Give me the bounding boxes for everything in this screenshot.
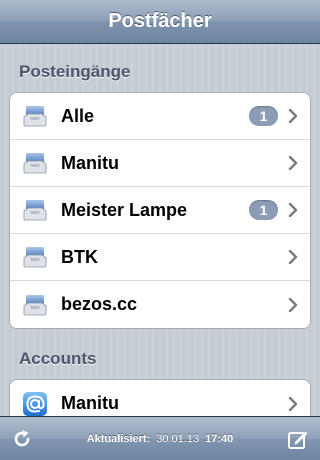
unread-count-badge: 1 <box>249 200 278 220</box>
updated-time: 17:40 <box>205 432 234 445</box>
mailbox-list[interactable]: Posteingänge Alle 1 Manitu Meister Lampe… <box>0 44 320 416</box>
compose-icon <box>288 431 308 449</box>
mailbox-label: Alle <box>61 105 95 126</box>
chevron-right-icon <box>288 109 298 123</box>
page-title: Postfächer <box>108 10 212 32</box>
mailbox-label: bezos.cc <box>61 294 138 314</box>
inbox-tray-icon <box>23 294 47 315</box>
navigation-bar: Postfächer <box>0 0 320 44</box>
section-header-inboxes: Posteingänge <box>19 62 131 81</box>
refresh-button[interactable] <box>0 417 44 460</box>
chevron-right-icon <box>288 250 298 264</box>
bottom-toolbar: Aktualisiert: 30.01.13 17:40 <box>0 416 320 460</box>
at-sign-icon <box>23 391 47 416</box>
inboxes-group: Alle 1 Manitu Meister Lampe 1 BTK bezos.… <box>9 92 311 329</box>
accounts-group: Manitu <box>9 379 311 416</box>
mailbox-row-meister-lampe[interactable]: Meister Lampe 1 <box>10 187 310 234</box>
compose-button[interactable] <box>276 417 320 460</box>
refresh-icon <box>14 429 30 446</box>
inbox-tray-icon <box>23 153 47 174</box>
inbox-tray-icon <box>23 200 47 221</box>
mailbox-label: Manitu <box>61 152 119 173</box>
account-label: Manitu <box>61 393 119 413</box>
last-updated-status: Aktualisiert: 30.01.13 17:40 <box>44 433 276 445</box>
mailbox-row-btk[interactable]: BTK <box>10 234 310 281</box>
mailbox-row-alle[interactable]: Alle 1 <box>10 93 310 140</box>
chevron-right-icon <box>288 203 298 217</box>
section-header-accounts: Accounts <box>19 349 97 368</box>
updated-label: Aktualisiert: <box>86 432 151 445</box>
unread-count-badge: 1 <box>249 106 278 126</box>
mailbox-row-manitu[interactable]: Manitu <box>10 140 310 187</box>
account-row-manitu[interactable]: Manitu <box>10 380 310 416</box>
chevron-right-icon <box>288 297 298 312</box>
chevron-right-icon <box>288 156 298 170</box>
inbox-tray-icon <box>23 106 47 127</box>
inbox-tray-icon <box>23 247 47 268</box>
mailbox-label: Meister Lampe <box>61 199 188 220</box>
mailbox-row-bezos-cc[interactable]: bezos.cc <box>10 281 310 328</box>
chevron-right-icon <box>288 396 298 411</box>
updated-date: 30.01.13 <box>156 432 200 445</box>
mailbox-label: BTK <box>61 246 98 267</box>
